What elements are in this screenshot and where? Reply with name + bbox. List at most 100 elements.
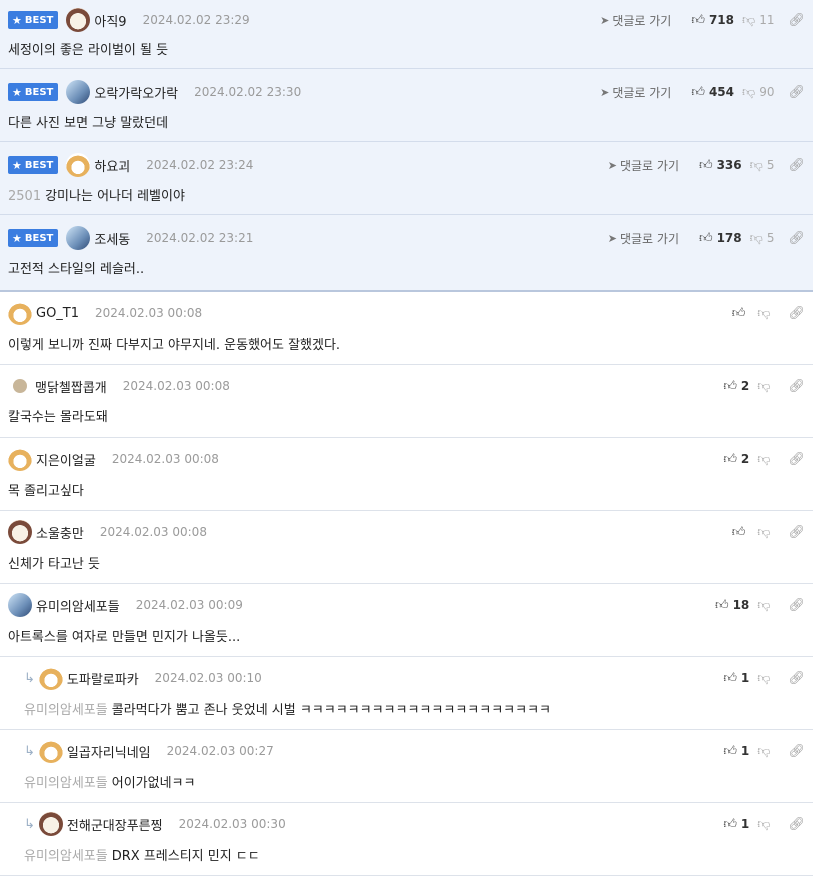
comment-date: 2024.02.03 00:08 <box>122 379 230 393</box>
thumbs-down-icon: 👎︎ <box>742 12 756 28</box>
upvote-button[interactable]: 👍︎ 178 <box>699 231 742 246</box>
upvote-button[interactable]: 👍︎ <box>732 525 750 540</box>
downvote-button[interactable]: 👎︎ <box>757 525 774 540</box>
avatar[interactable] <box>66 8 91 32</box>
link-icon[interactable]: 🔗︎ <box>788 744 805 759</box>
downvote-button[interactable]: 👎︎ 90 <box>742 85 774 100</box>
avatar[interactable] <box>66 80 91 104</box>
thumbs-up-icon: 👍︎ <box>723 451 737 467</box>
comment-item: ★ BEST 조세동 2024.02.02 23:21 ➤ 댓글로 가기 👍︎ 178… <box>0 215 813 292</box>
link-icon[interactable]: 🔗︎ <box>788 13 805 28</box>
comment-text: 유미의암세포들 DRX 프레스티지 민지 ㄷㄷ <box>24 849 260 864</box>
downvote-button[interactable]: 👎︎ <box>757 598 774 613</box>
thumbs-down-icon: 👎︎ <box>757 670 771 686</box>
author-nick[interactable]: GO_T1 <box>36 306 79 321</box>
avatar[interactable] <box>8 520 32 544</box>
link-icon[interactable]: 🔗︎ <box>788 85 805 100</box>
downvote-button[interactable]: 👎︎ <box>757 744 774 759</box>
comment-date: 2024.02.03 00:27 <box>166 744 274 758</box>
reply-item: ↳ 전해군대장푸른찡 2024.02.03 00:30 👍︎ 1 👎︎ 🔗︎ 유미… <box>0 803 813 876</box>
goto-reply-link[interactable]: ➤ 댓글로 가기 <box>600 84 671 101</box>
send-arrow-icon: ➤ <box>600 85 610 99</box>
upvote-button[interactable]: 👍︎ 1 <box>723 671 749 686</box>
link-icon[interactable]: 🔗︎ <box>788 379 805 394</box>
avatar[interactable] <box>38 666 63 690</box>
upvote-button[interactable]: 👍︎ 336 <box>699 158 742 173</box>
avatar[interactable] <box>38 812 63 836</box>
link-icon[interactable]: 🔗︎ <box>788 231 805 246</box>
star-icon: ★ <box>12 13 22 27</box>
upvote-button[interactable]: 👍︎ 2 <box>723 452 749 467</box>
thumbs-up-icon: 👍︎ <box>691 84 705 100</box>
comment-item: 지은이얼굴 2024.02.03 00:08 👍︎ 2 👎︎ 🔗︎ 목 졸리고싶다 <box>0 438 813 511</box>
reply-item: ↳ 도파랄로파카 2024.02.03 00:10 👍︎ 1 👎︎ 🔗︎ 유미의암… <box>0 657 813 730</box>
thumbs-up-icon: 👍︎ <box>723 378 737 394</box>
avatar[interactable] <box>66 153 91 177</box>
comment-list: ★ BEST 아직9 2024.02.02 23:29 ➤ 댓글로 가기 👍︎ 718… <box>0 0 813 876</box>
downvote-button[interactable]: 👎︎ <box>757 671 774 686</box>
best-badge: ★ BEST <box>8 229 59 247</box>
comment-text: 칼국수는 몰라도돼 <box>8 410 108 425</box>
downvote-button[interactable]: 👎︎ <box>757 817 774 832</box>
comment-text: 세정이의 좋은 라이벌이 될 듯 <box>8 43 169 58</box>
comment-date: 2024.02.02 23:29 <box>142 13 250 27</box>
link-icon[interactable]: 🔗︎ <box>788 452 805 467</box>
thumbs-down-icon: 👎︎ <box>742 84 756 100</box>
link-icon[interactable]: 🔗︎ <box>788 817 805 832</box>
comment-item: 맹닭첼짭콥개 2024.02.03 00:08 👍︎ 2 👎︎ 🔗︎ 칼국수는 몰… <box>0 365 813 438</box>
upvote-button[interactable]: 👍︎ 718 <box>691 13 734 28</box>
avatar[interactable] <box>8 593 32 617</box>
mention[interactable]: 유미의암세포들 <box>24 703 108 718</box>
thumbs-down-icon: 👎︎ <box>757 743 771 759</box>
goto-reply-link[interactable]: ➤ 댓글로 가기 <box>608 230 679 247</box>
upvote-button[interactable]: 👍︎ 2 <box>723 379 749 394</box>
downvote-button[interactable]: 👎︎ <box>757 379 774 394</box>
author-nick[interactable]: 오락가락오가락 <box>94 83 178 102</box>
downvote-button[interactable]: 👎︎ <box>757 452 774 467</box>
upvote-button[interactable]: 👍︎ 1 <box>723 744 749 759</box>
author-nick[interactable]: 조세동 <box>94 229 130 248</box>
link-icon[interactable]: 🔗︎ <box>788 306 805 321</box>
thumbs-up-icon: 👍︎ <box>723 670 737 686</box>
author-nick[interactable]: 하요괴 <box>94 156 130 175</box>
mention[interactable]: 유미의암세포들 <box>24 776 108 791</box>
avatar[interactable] <box>8 301 32 325</box>
link-icon[interactable]: 🔗︎ <box>788 525 805 540</box>
author-nick[interactable]: 아직9 <box>94 11 126 30</box>
author-nick[interactable]: 전해군대장푸른찡 <box>67 815 163 834</box>
downvote-button[interactable]: 👎︎ 11 <box>742 13 774 28</box>
thumbs-up-icon: 👍︎ <box>731 524 746 540</box>
mention[interactable]: 2501 <box>8 189 41 204</box>
author-nick[interactable]: 소울충만 <box>36 523 84 542</box>
author-nick[interactable]: 도파랄로파카 <box>67 669 139 688</box>
link-icon[interactable]: 🔗︎ <box>788 598 805 613</box>
avatar[interactable] <box>13 379 27 393</box>
author-nick[interactable]: 지은이얼굴 <box>36 450 96 469</box>
comment-item: ★ BEST 하요괴 2024.02.02 23:24 ➤ 댓글로 가기 👍︎ 336… <box>0 142 813 215</box>
link-icon[interactable]: 🔗︎ <box>788 671 805 686</box>
author-nick[interactable]: 유미의암세포들 <box>36 596 120 615</box>
goto-reply-link[interactable]: ➤ 댓글로 가기 <box>608 157 679 174</box>
comment-text: 2501 강미나는 어나더 레벨이야 <box>8 189 185 204</box>
upvote-button[interactable]: 👍︎ <box>732 306 750 321</box>
downvote-button[interactable]: 👎︎ 5 <box>750 231 775 246</box>
upvote-button[interactable]: 👍︎ 454 <box>691 85 734 100</box>
comment-item: ★ BEST 오락가락오가락 2024.02.02 23:30 ➤ 댓글로 가기 👍… <box>0 69 813 142</box>
author-nick[interactable]: 일곱자리닉네임 <box>67 742 151 761</box>
avatar[interactable] <box>66 226 91 250</box>
comment-item: ★ BEST 아직9 2024.02.02 23:29 ➤ 댓글로 가기 👍︎ 718… <box>0 0 813 69</box>
comment-date: 2024.02.03 00:09 <box>135 598 243 612</box>
upvote-button[interactable]: 👍︎ 18 <box>715 598 749 613</box>
goto-reply-link[interactable]: ➤ 댓글로 가기 <box>600 12 671 29</box>
link-icon[interactable]: 🔗︎ <box>788 158 805 173</box>
downvote-button[interactable]: 👎︎ 5 <box>750 158 775 173</box>
comment-date: 2024.02.03 00:08 <box>95 306 203 320</box>
upvote-button[interactable]: 👍︎ 1 <box>723 817 749 832</box>
avatar[interactable] <box>38 739 63 763</box>
author-nick[interactable]: 맹닭첼짭콥개 <box>35 377 107 396</box>
downvote-button[interactable]: 👎︎ <box>757 306 774 321</box>
comment-date: 2024.02.02 23:30 <box>194 85 302 99</box>
mention[interactable]: 유미의암세포들 <box>24 849 108 864</box>
avatar[interactable] <box>8 447 32 471</box>
thumbs-up-icon: 👍︎ <box>698 230 713 246</box>
